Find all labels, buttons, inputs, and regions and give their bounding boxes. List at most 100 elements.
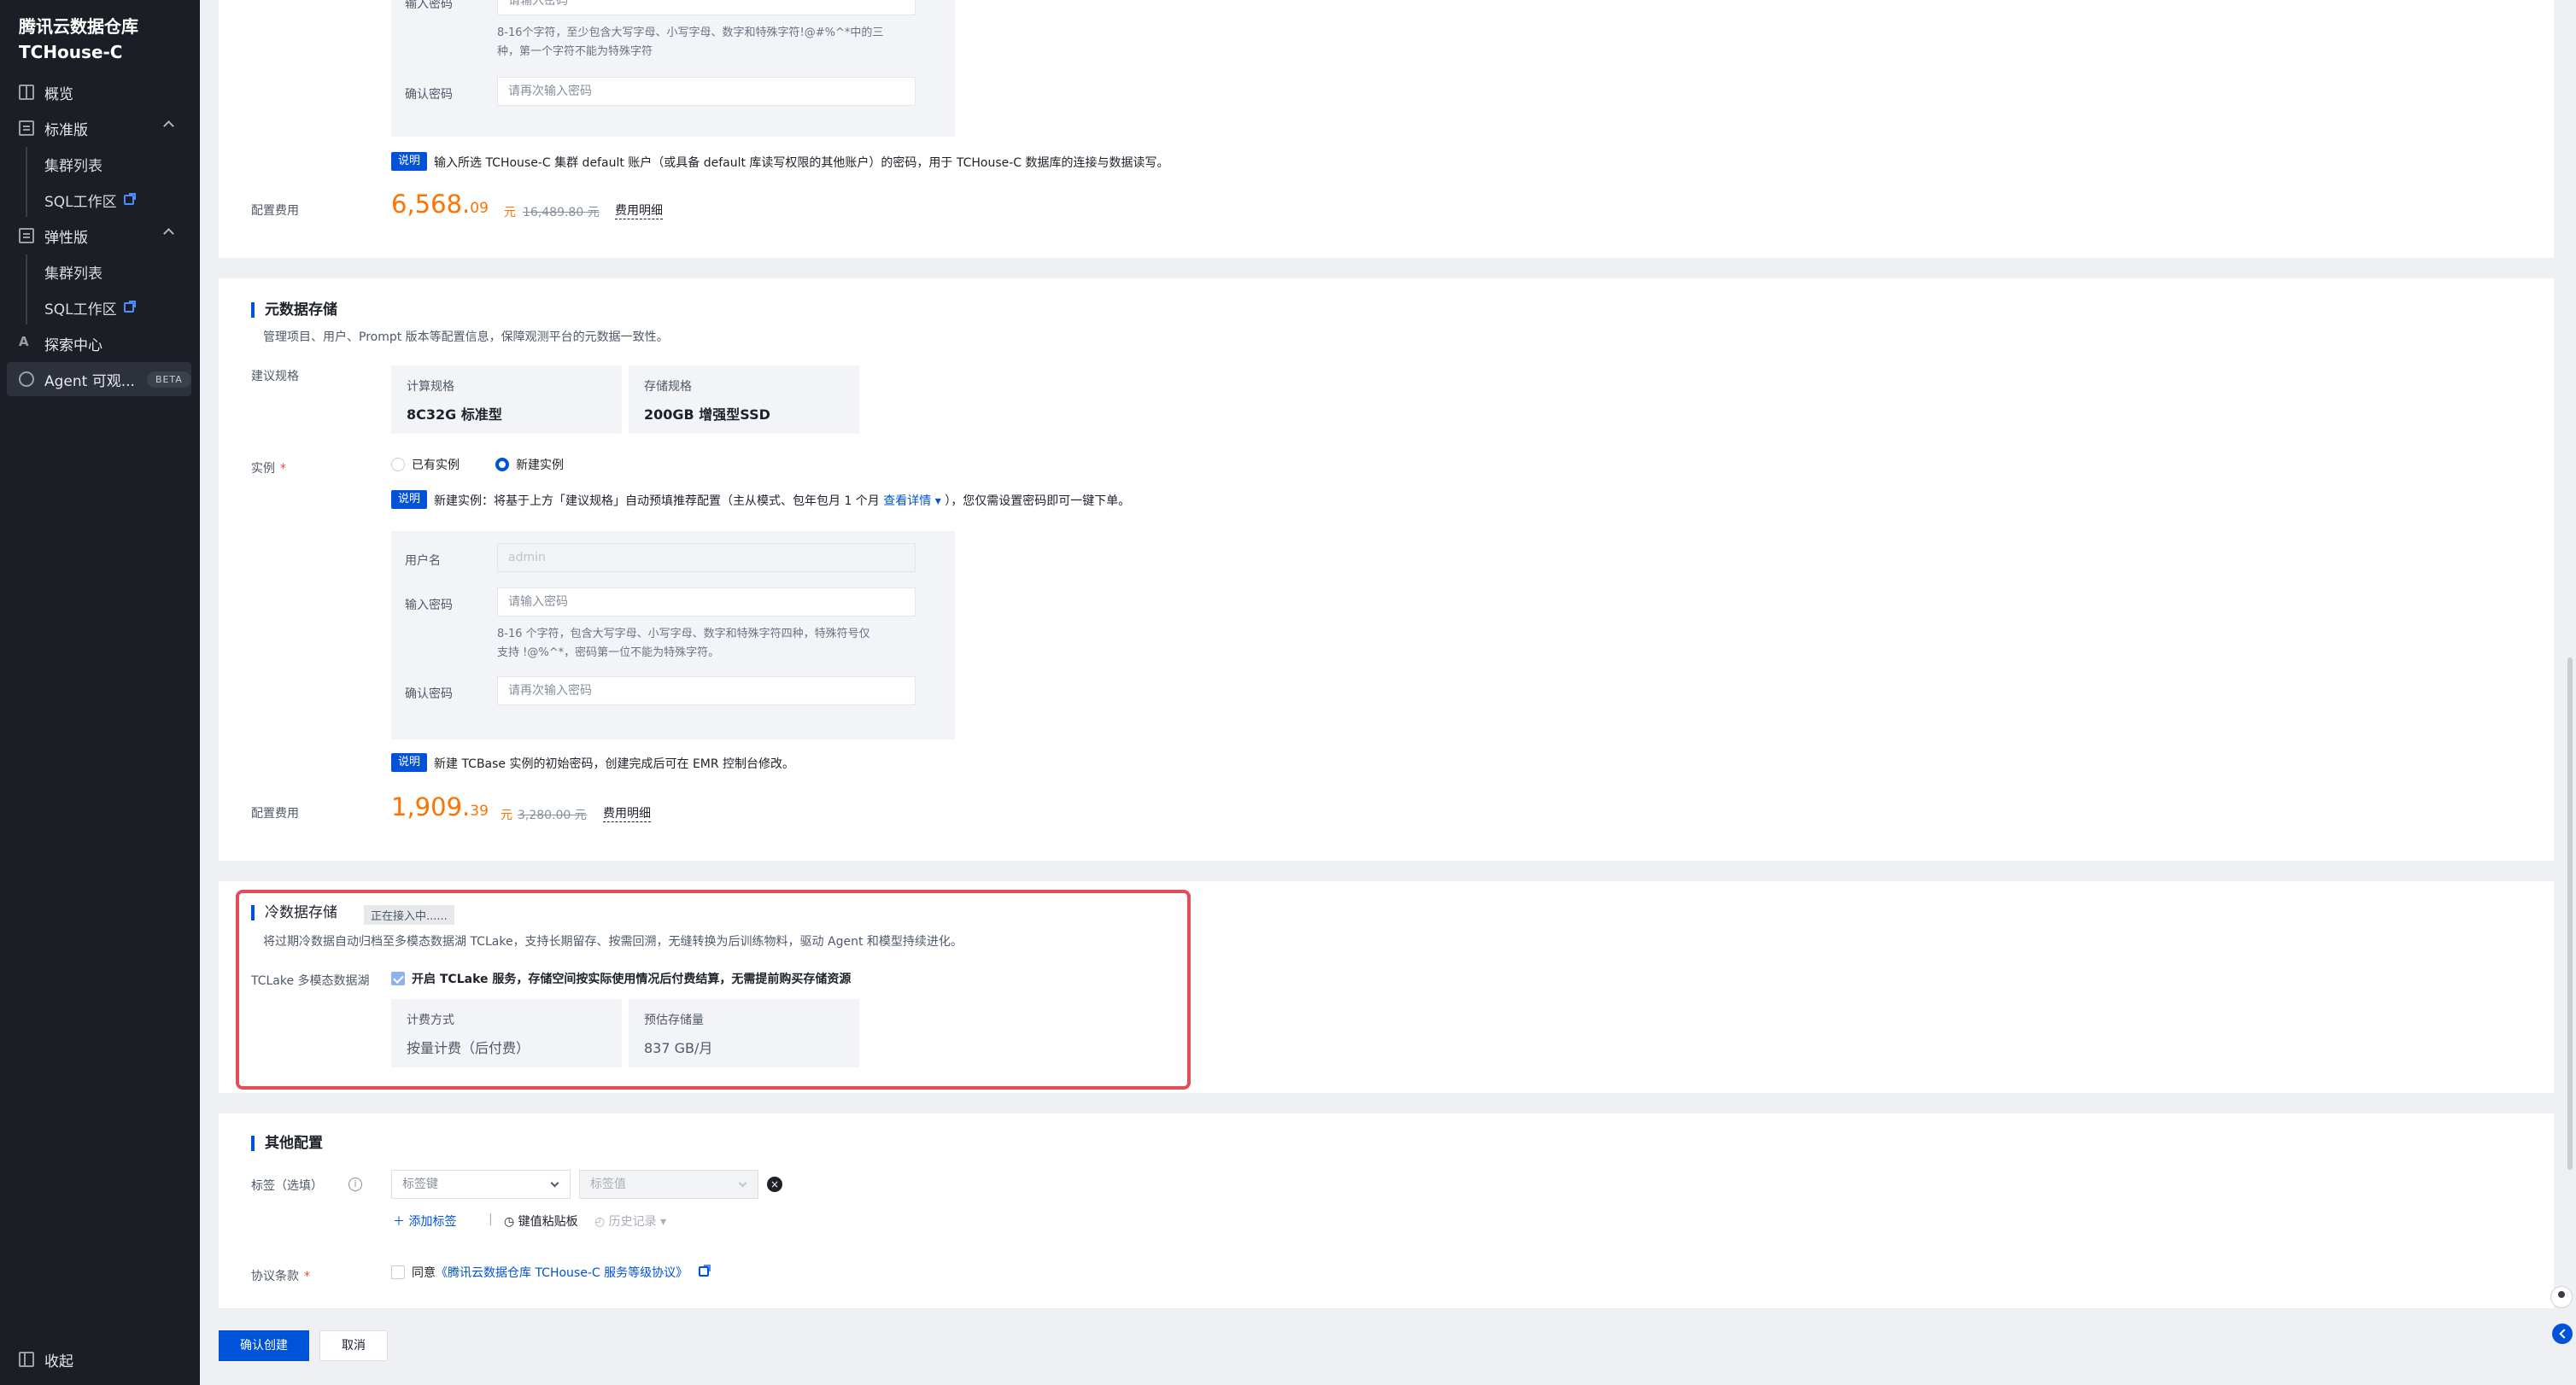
sidebar-item-label: 集群列表 bbox=[44, 265, 102, 283]
sidebar-item-overview[interactable]: 概览 bbox=[7, 75, 191, 109]
sidebar: 腾讯云数据仓库 TCHouse-C 概览 标准版 集群列表 SQL工作区 弹性版… bbox=[0, 0, 200, 1385]
brand-line-2: TCHouse-C bbox=[19, 42, 123, 62]
grid-icon bbox=[19, 85, 34, 100]
sidebar-item-elastic-clusters[interactable]: 集群列表 bbox=[7, 254, 191, 289]
toolbar-divider: | bbox=[489, 1213, 493, 1226]
price-amount: 1,909.39 bbox=[391, 792, 489, 821]
info-icon[interactable]: i bbox=[348, 1178, 362, 1191]
agreement-label-text: 协议条款 bbox=[251, 1270, 299, 1283]
remove-tag-icon[interactable]: × bbox=[767, 1177, 782, 1192]
new-instance-form: 用户名 admin 输入密码 请输入密码 8-16 个字符，包含大写字母、小写字… bbox=[391, 531, 955, 739]
note-text-part: ），您仅需设置密码即可一键下单。 bbox=[945, 494, 1131, 508]
sidebar-item-label: 探索中心 bbox=[44, 336, 102, 354]
document-icon bbox=[19, 228, 34, 243]
sidebar-item-label: Agent 可观... bbox=[44, 372, 135, 390]
paste-board-label: 键值粘贴板 bbox=[518, 1215, 578, 1229]
expand-panel-button[interactable] bbox=[2552, 1324, 2573, 1344]
radio-new-instance[interactable] bbox=[495, 458, 509, 471]
paste-board-button[interactable]: ◷ 键值粘贴板 bbox=[504, 1213, 578, 1230]
hint-line: 种，第一个字符不能为特殊字符 bbox=[497, 45, 653, 58]
spec-label: 建议规格 bbox=[251, 370, 299, 383]
select-placeholder: 标签值 bbox=[590, 1178, 626, 1191]
hint-line: 8-16个字符，至少包含大写字母、小写字母、数字和特殊字符!@#%^*中的三 bbox=[497, 26, 884, 39]
explore-icon bbox=[19, 334, 34, 351]
confirm-password-label: 确认密码 bbox=[405, 687, 453, 701]
brand-line-1: 腾讯云数据仓库 bbox=[19, 16, 138, 37]
sidebar-item-standard-clusters[interactable]: 集群列表 bbox=[7, 147, 191, 181]
note-tag: 说明 bbox=[391, 152, 428, 171]
radio-label: 已有实例 bbox=[412, 459, 460, 472]
section-desc: 管理项目、用户、Prompt 版本等配置信息，保障观测平台的元数据一致性。 bbox=[263, 330, 669, 344]
hint-line: 8-16 个字符，包含大写字母、小写字母、数字和特殊字符四种，特殊符号仅 bbox=[497, 628, 870, 640]
password-hint: 8-16个字符，至少包含大写字母、小写字母、数字和特殊字符!@#%^*中的三 种… bbox=[497, 24, 883, 61]
price-unit: 元 bbox=[504, 206, 516, 219]
chevron-up-icon bbox=[163, 120, 174, 131]
caret-down-icon: ▾ bbox=[931, 494, 946, 508]
agreement-text: 同意《腾讯云数据仓库 TCHouse-C 服务等级协议》 bbox=[412, 1264, 711, 1281]
fee-label: 配置费用 bbox=[251, 204, 299, 218]
tag-value-select: 标签值 bbox=[579, 1170, 758, 1199]
note-text: 新建 TCBase 实例的初始密码，创建完成后可在 EMR 控制台修改。 bbox=[434, 757, 795, 771]
username-label: 用户名 bbox=[405, 554, 441, 568]
agreement-link[interactable]: 《腾讯云数据仓库 TCHouse-C 服务等级协议》 bbox=[436, 1266, 688, 1280]
note-text-part: 新建实例：将基于上方「建议规格」自动预填推荐配置（主从模式、包年包月 1 个月 bbox=[434, 494, 880, 508]
agreement-checkbox[interactable] bbox=[391, 1265, 405, 1279]
sidebar-item-label: SQL工作区 bbox=[44, 301, 117, 318]
radio-existing-instance[interactable] bbox=[391, 458, 405, 471]
cancel-button[interactable]: 取消 bbox=[319, 1330, 388, 1361]
sidebar-item-standard-sql[interactable]: SQL工作区 bbox=[7, 183, 191, 217]
price-unit: 元 bbox=[501, 809, 512, 822]
brand-title: 腾讯云数据仓库 TCHouse-C bbox=[19, 14, 138, 65]
confirm-create-button[interactable]: 确认创建 bbox=[219, 1330, 309, 1361]
assistant-avatar[interactable] bbox=[2550, 1286, 2573, 1308]
spec-compute: 计算规格 8C32G 标准型 bbox=[391, 365, 622, 434]
external-link-icon bbox=[698, 1265, 711, 1277]
add-tag-label: 添加标签 bbox=[408, 1215, 457, 1229]
scrollbar[interactable] bbox=[2567, 657, 2573, 1170]
sidebar-item-agent[interactable]: Agent 可观... BETA bbox=[7, 362, 191, 396]
confirm-password-input[interactable]: 请再次输入密码 bbox=[497, 77, 916, 106]
fee-detail-link[interactable]: 费用明细 bbox=[615, 202, 663, 219]
beta-badge: BETA bbox=[146, 371, 191, 388]
password-input[interactable]: 请输入密码 bbox=[497, 0, 916, 15]
collapse-icon bbox=[19, 1352, 34, 1367]
document-icon bbox=[19, 120, 34, 136]
sidebar-item-elastic-sql[interactable]: SQL工作区 bbox=[7, 290, 191, 324]
sidebar-item-standard[interactable]: 标准版 bbox=[7, 111, 191, 145]
chevron-down-icon bbox=[738, 1178, 747, 1188]
password-input[interactable]: 请输入密码 bbox=[497, 587, 916, 617]
main-content: 输入密码 请输入密码 8-16个字符，至少包含大写字母、小写字母、数字和特殊字符… bbox=[200, 0, 2576, 1385]
hint-line: 支持 !@%^*，密码第一位不能为特殊字符。 bbox=[497, 646, 720, 659]
note-text: 输入所选 TCHouse-C 集群 default 账户（或具备 default… bbox=[434, 156, 1169, 170]
tag-key-select[interactable]: 标签键 bbox=[391, 1170, 571, 1199]
spec-value: 8C32G 标准型 bbox=[407, 406, 502, 423]
sidebar-item-label: 弹性版 bbox=[44, 229, 88, 247]
sidebar-item-elastic[interactable]: 弹性版 bbox=[7, 219, 191, 253]
confirm-password-input[interactable]: 请再次输入密码 bbox=[497, 676, 916, 705]
view-details-link[interactable]: 查看详情 bbox=[883, 494, 931, 508]
note-text: 新建实例：将基于上方「建议规格」自动预填推荐配置（主从模式、包年包月 1 个月 … bbox=[434, 492, 1130, 509]
section-title: 元数据存储 bbox=[251, 302, 337, 318]
password-form-box: 输入密码 请输入密码 8-16个字符，至少包含大写字母、小写字母、数字和特殊字符… bbox=[391, 0, 955, 137]
sidebar-item-label: 标准版 bbox=[44, 121, 88, 139]
instance-label: 实例 * bbox=[251, 459, 286, 476]
sidebar-item-label: 概览 bbox=[44, 85, 73, 103]
add-tag-button[interactable]: ＋ 添加标签 bbox=[393, 1213, 456, 1230]
price-integer: 1,909. bbox=[391, 792, 471, 821]
price-decimal: 09 bbox=[470, 200, 489, 217]
password-label: 输入密码 bbox=[405, 0, 453, 11]
required-mark: * bbox=[280, 462, 286, 476]
radio-label: 新建实例 bbox=[516, 459, 564, 472]
spec-value: 200GB 增强型SSD bbox=[644, 406, 770, 423]
chevron-up-icon bbox=[163, 228, 174, 239]
price-integer: 6,568. bbox=[391, 190, 471, 219]
select-placeholder: 标签键 bbox=[402, 1178, 438, 1191]
sidebar-item-explore[interactable]: 探索中心 bbox=[7, 326, 191, 360]
chevron-down-icon bbox=[550, 1178, 559, 1188]
highlight-frame bbox=[236, 890, 1191, 1090]
sidebar-collapse[interactable]: 收起 bbox=[7, 1342, 191, 1376]
external-link-icon bbox=[123, 193, 136, 205]
history-button: ◴ 历史记录 ▾ bbox=[594, 1215, 667, 1229]
section-title: 其他配置 bbox=[251, 1136, 323, 1151]
fee-detail-link[interactable]: 费用明细 bbox=[603, 804, 651, 822]
